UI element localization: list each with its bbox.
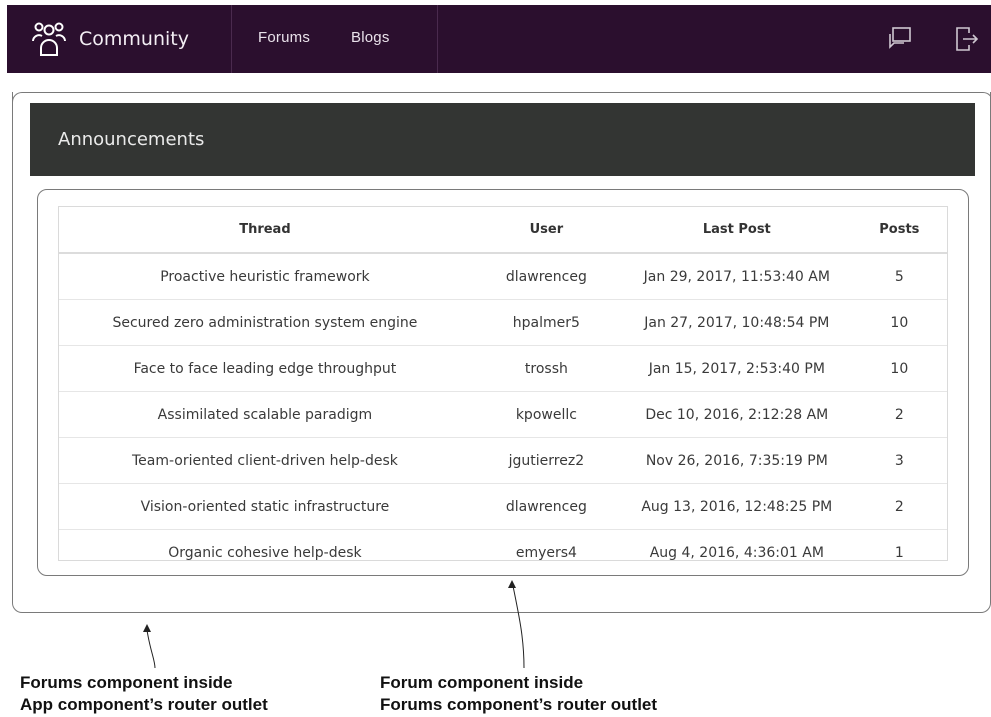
col-header-user: User: [470, 207, 622, 254]
table-row[interactable]: Assimilated scalable paradigm kpowellc D…: [59, 391, 947, 438]
annotation-right-line1: Forum component inside: [380, 673, 584, 692]
user-cell: kpowellc: [470, 391, 622, 438]
last-post-cell: Jan 27, 2017, 10:48:54 PM: [621, 299, 852, 346]
threads-table: Thread User Last Post Posts Proactive he…: [59, 207, 947, 575]
last-post-cell: Jan 15, 2017, 2:53:40 PM: [621, 345, 852, 392]
community-icon: [32, 22, 66, 56]
table-row[interactable]: Proactive heuristic framework dlawrenceg…: [59, 253, 947, 300]
thread-cell[interactable]: Assimilated scalable paradigm: [59, 391, 471, 438]
nav-divider: [231, 5, 232, 73]
threads-table-card: Thread User Last Post Posts Proactive he…: [58, 206, 948, 561]
brand[interactable]: Community: [31, 21, 189, 57]
user-cell: emyers4: [515, 544, 577, 561]
last-post-cell: Aug 4, 2016, 4:36:01 AM: [649, 544, 824, 561]
thread-cell[interactable]: Face to face leading edge throughput: [59, 345, 471, 392]
annotation-left: Forums component inside App component’s …: [20, 672, 268, 716]
posts-cell: 10: [851, 299, 947, 346]
user-cell: dlawrenceg: [470, 483, 622, 530]
col-header-posts: Posts: [851, 207, 947, 254]
posts-cell: 10: [851, 345, 947, 392]
annotation-left-line2: App component’s router outlet: [20, 695, 268, 714]
annotation-left-line1: Forums component inside: [20, 673, 233, 692]
annotation-right-line2: Forums component’s router outlet: [380, 695, 658, 714]
posts-cell: 5: [851, 253, 947, 300]
thread-cell[interactable]: Secured zero administration system engin…: [59, 299, 471, 346]
thread-cell[interactable]: Proactive heuristic framework: [59, 253, 471, 300]
top-navbar: Community Forums Blogs: [7, 5, 991, 73]
table-row[interactable]: Vision-oriented static infrastructure dl…: [59, 483, 947, 530]
posts-cell: 3: [851, 437, 947, 484]
chat-icon[interactable]: [887, 25, 913, 53]
thread-cell[interactable]: Organic cohesive help-desk: [59, 530, 471, 576]
user-cell: dlawrenceg: [470, 253, 622, 300]
col-header-thread: Thread: [59, 207, 471, 254]
posts-cell: 2: [851, 483, 947, 530]
last-post-cell: Jan 29, 2017, 11:53:40 AM: [621, 253, 852, 300]
logout-icon[interactable]: [953, 25, 979, 53]
table-header-row: Thread User Last Post Posts: [59, 207, 947, 254]
table-row[interactable]: Secured zero administration system engin…: [59, 299, 947, 346]
thread-cell[interactable]: Vision-oriented static infrastructure: [59, 483, 471, 530]
last-post-cell: Nov 26, 2016, 7:35:19 PM: [621, 437, 852, 484]
user-cell: trossh: [470, 345, 622, 392]
nav-link-forums[interactable]: Forums: [258, 29, 310, 46]
col-header-last-post: Last Post: [621, 207, 852, 254]
last-post-cell: Dec 10, 2016, 2:12:28 AM: [621, 391, 852, 438]
nav-link-blogs[interactable]: Blogs: [351, 29, 390, 46]
left-arrow-line: [146, 629, 156, 669]
user-cell: hpalmer5: [470, 299, 622, 346]
brand-name: Community: [79, 28, 189, 50]
posts-cell: 1: [894, 544, 904, 561]
thread-cell[interactable]: Team-oriented client-driven help-desk: [59, 437, 471, 484]
user-cell: jgutierrez2: [470, 437, 622, 484]
annotation-right: Forum component inside Forums component’…: [380, 672, 657, 716]
table-row[interactable]: Face to face leading edge throughput tro…: [59, 345, 947, 392]
last-post-cell: Aug 13, 2016, 12:48:25 PM: [621, 483, 852, 530]
posts-cell: 2: [851, 391, 947, 438]
left-arrow-head: [143, 624, 151, 632]
announcements-header: Announcements: [30, 103, 975, 176]
nav-divider: [437, 5, 438, 73]
table-row[interactable]: Team-oriented client-driven help-desk jg…: [59, 437, 947, 484]
page-title: Announcements: [58, 129, 205, 150]
table-row[interactable]: Organic cohesive help-desk emyers4 Aug 4…: [59, 530, 947, 576]
